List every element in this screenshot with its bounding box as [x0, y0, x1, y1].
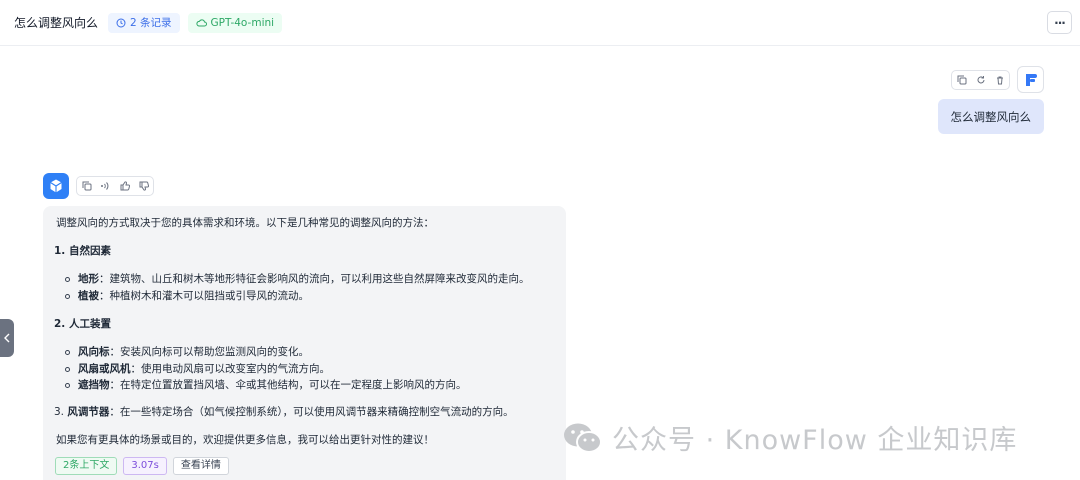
- wechat-icon: [564, 423, 602, 453]
- response-time-chip: 3.07s: [123, 457, 167, 475]
- delete-button[interactable]: [990, 71, 1009, 89]
- thumbs-down-icon: [139, 181, 149, 191]
- view-details-chip[interactable]: 查看详情: [172, 457, 229, 475]
- section-heading: 1. 自然因素: [54, 245, 111, 257]
- watermark: 公众号 · KnowFlow 企业知识库: [562, 418, 1017, 457]
- list-bullet: [65, 383, 70, 388]
- list-bullet: [65, 277, 70, 282]
- context-count-chip[interactable]: 2条上下文: [55, 457, 118, 475]
- list-item: 风向标：安装风向标可以帮助您监测风向的变化。: [78, 346, 309, 358]
- chat-header: 怎么调整风向么 2 条记录 GPT-4o-mini ···: [0, 0, 1080, 46]
- trash-icon: [996, 76, 1003, 85]
- user-logo-icon: [1025, 73, 1037, 86]
- assistant-avatar: [43, 173, 69, 199]
- user-message-toolbar: [951, 70, 1010, 90]
- refresh-icon: [977, 76, 984, 84]
- records-tag-label: 2 条记录: [130, 17, 172, 29]
- list-item: 植被：种植树木和灌木可以阻挡或引导风的流动。: [78, 290, 309, 302]
- dislike-button[interactable]: [134, 177, 153, 195]
- list-item: 风扇或风机：使用电动风扇可以改变室内的气流方向。: [78, 363, 330, 375]
- chat-title: 怎么调整风向么: [14, 16, 99, 30]
- chevron-left-icon: [4, 333, 10, 343]
- more-options-button[interactable]: ···: [1047, 11, 1072, 34]
- response-meta: 2条上下文 3.07s 查看详情: [55, 457, 235, 475]
- copy-icon: [957, 75, 966, 85]
- numbered-item: 3. 风调节器：在一些特定场合（如气候控制系统），可以使用风调节器来精确控制空气…: [54, 406, 514, 418]
- response-closing: 如果您有更具体的场景或目的，欢迎提供更多信息，我可以给出更针对性的建议！: [56, 434, 434, 446]
- list-bullet: [65, 367, 70, 372]
- section-heading: 2. 人工装置: [54, 318, 111, 330]
- copy-icon: [82, 181, 91, 191]
- list-item: 遮挡物：在特定位置放置挡风墙、伞或其他结构，可以在一定程度上影响风的方向。: [78, 379, 467, 391]
- model-tag-label: GPT-4o-mini: [210, 16, 275, 29]
- model-tag[interactable]: GPT-4o-mini: [187, 12, 283, 33]
- copy-response-button[interactable]: [77, 177, 96, 195]
- user-avatar: [1017, 66, 1044, 93]
- thumbs-up-icon: [120, 181, 130, 191]
- assistant-message-toolbar: [76, 176, 154, 196]
- records-tag[interactable]: 2 条记录: [108, 12, 180, 33]
- speaker-icon: [101, 182, 109, 190]
- sidebar-toggle-button[interactable]: [0, 319, 14, 357]
- watermark-text: 公众号 · KnowFlow 企业知识库: [612, 425, 1018, 456]
- user-message-bubble: 怎么调整风向么: [937, 99, 1044, 134]
- read-aloud-button[interactable]: [96, 177, 115, 195]
- cloud-icon: [195, 19, 207, 27]
- list-bullet: [65, 350, 70, 355]
- like-button[interactable]: [115, 177, 134, 195]
- list-item: 地形：建筑物、山丘和树木等地形特征会影响风的流向，可以利用这些自然屏障来改变风的…: [78, 273, 530, 285]
- response-intro: 调整风向的方式取决于您的具体需求和环境。以下是几种常见的调整风向的方法：: [56, 217, 434, 229]
- cube-icon: [50, 179, 62, 193]
- assistant-message-bubble: 调整风向的方式取决于您的具体需求和环境。以下是几种常见的调整风向的方法： 1. …: [43, 206, 566, 480]
- clock-icon: [116, 18, 126, 27]
- copy-button[interactable]: [952, 71, 971, 89]
- list-bullet: [65, 294, 70, 299]
- regenerate-button[interactable]: [971, 71, 990, 89]
